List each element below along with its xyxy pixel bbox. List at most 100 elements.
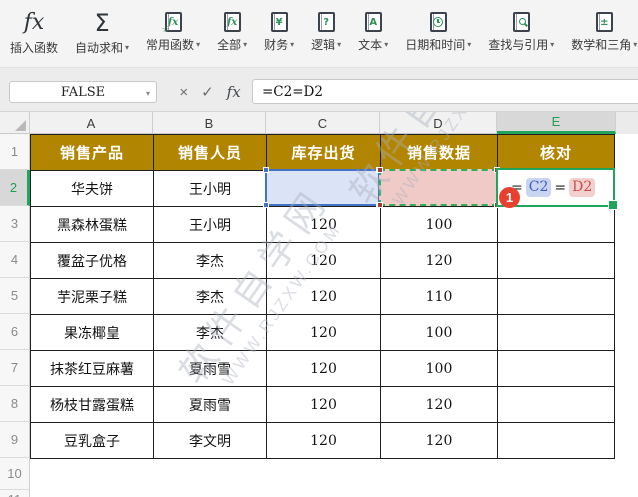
table-row: 黑森林蛋糕 王小明 120 100: [30, 206, 615, 243]
cell-c5[interactable]: 120: [266, 278, 381, 315]
cell-a6[interactable]: 果冻椰皇: [30, 314, 154, 351]
row-header-5[interactable]: 5: [0, 278, 30, 314]
datetime-functions-button[interactable]: 日期和时间 ▾: [405, 0, 471, 53]
logical-functions-button[interactable]: ? 逻辑 ▾: [311, 0, 341, 53]
cell-c9[interactable]: 120: [266, 422, 381, 459]
column-header-a[interactable]: A: [30, 112, 153, 134]
cell-a7[interactable]: 抹茶红豆麻薯: [30, 350, 154, 387]
all-functions-button[interactable]: fx 全部 ▾: [217, 0, 247, 53]
cell-b8[interactable]: 夏雨雪: [153, 386, 267, 423]
financial-functions-button[interactable]: ¥ 财务 ▾: [264, 0, 294, 53]
row-header-11[interactable]: 11: [0, 490, 30, 497]
table-row: 杨枝甘露蛋糕 夏雨雪 120 120: [30, 386, 615, 423]
cell-d3[interactable]: 100: [380, 206, 498, 243]
cell-d9[interactable]: 120: [380, 422, 498, 459]
cell-b4[interactable]: 李杰: [153, 242, 267, 279]
cell-b6[interactable]: 李杰: [153, 314, 267, 351]
row-header-10[interactable]: 10: [0, 458, 30, 490]
cell-d4[interactable]: 120: [380, 242, 498, 279]
cell-a5[interactable]: 芋泥栗子糕: [30, 278, 154, 315]
table-row: 芋泥栗子糕 李杰 120 110: [30, 278, 615, 315]
cell-a2[interactable]: 华夫饼: [30, 170, 154, 207]
book-clock-icon: [429, 12, 447, 32]
header-cell-c1[interactable]: 库存出货: [266, 134, 381, 171]
insert-function-button[interactable]: fx 插入函数: [10, 0, 58, 56]
row-header-6[interactable]: 6: [0, 314, 30, 350]
cell-e4[interactable]: [497, 242, 615, 279]
cell-e7[interactable]: [497, 350, 615, 387]
cell-e3[interactable]: [497, 206, 615, 243]
formula-bar: FALSE ▾ × ✓ fx =C2=D2 2: [0, 68, 638, 169]
cell-e8[interactable]: [497, 386, 615, 423]
fx-icon: fx: [23, 10, 45, 35]
autosum-button[interactable]: Σ 自动求和 ▾: [75, 0, 129, 56]
row-header-2[interactable]: 2: [0, 170, 30, 206]
cell-a9[interactable]: 豆乳盒子: [30, 422, 154, 459]
column-header-d[interactable]: D: [380, 112, 497, 134]
row-header-3[interactable]: 3: [0, 206, 30, 242]
row-header-4[interactable]: 4: [0, 242, 30, 278]
fill-handle[interactable]: [608, 200, 618, 210]
chevron-down-icon: ▾: [125, 42, 130, 52]
chevron-down-icon: ▾: [550, 39, 555, 49]
table-row: 豆乳盒子 李文明 120 120: [30, 422, 615, 459]
header-cell-e1[interactable]: 核对: [497, 134, 615, 171]
chevron-down-icon: ▾: [337, 39, 342, 49]
chevron-down-icon: ▾: [467, 39, 472, 49]
cell-a3[interactable]: 黑森林蛋糕: [30, 206, 154, 243]
cell-c8[interactable]: 120: [266, 386, 381, 423]
cell-b2[interactable]: 王小明: [153, 170, 267, 207]
cell-d6[interactable]: 100: [380, 314, 498, 351]
cell-d7[interactable]: 100: [380, 350, 498, 387]
math-trig-button[interactable]: ± 数学和三角 ▾: [571, 0, 637, 53]
cell-b7[interactable]: 夏雨雪: [153, 350, 267, 387]
cell-a4[interactable]: 覆盆子优格: [30, 242, 154, 279]
cell-e6[interactable]: [497, 314, 615, 351]
worksheet-grid: A B C D E 1 2 3 4 5 6 7 8 9 10 11 销售产品 销…: [0, 112, 638, 497]
cell-b3[interactable]: 王小明: [153, 206, 267, 243]
cancel-entry-button[interactable]: ×: [179, 84, 188, 101]
row-header-strip: 1 2 3 4 5 6 7 8 9 10 11: [0, 134, 30, 497]
lookup-reference-button[interactable]: 查找与引用 ▾: [488, 0, 554, 53]
chevron-down-icon: ▾: [243, 39, 248, 49]
row-header-8[interactable]: 8: [0, 386, 30, 422]
insert-function-fx-button[interactable]: fx: [227, 83, 241, 101]
table-row: 果冻椰皇 李杰 120 100: [30, 314, 615, 351]
cell-c4[interactable]: 120: [266, 242, 381, 279]
cell-c7[interactable]: 120: [266, 350, 381, 387]
formula-input[interactable]: =C2=D2: [252, 79, 638, 104]
book-fx-star-icon: fx ☆: [162, 12, 182, 34]
name-box[interactable]: FALSE ▾: [9, 81, 157, 103]
cell-b5[interactable]: 李杰: [153, 278, 267, 315]
cell-e9[interactable]: [497, 422, 615, 459]
c2-reference-token: C2: [525, 178, 552, 197]
cell-c3[interactable]: 120: [266, 206, 381, 243]
name-box-value: FALSE: [60, 84, 106, 100]
cell-c6[interactable]: 120: [266, 314, 381, 351]
cell-a8[interactable]: 杨枝甘露蛋糕: [30, 386, 154, 423]
cell-e5[interactable]: [497, 278, 615, 315]
header-cell-a1[interactable]: 销售产品: [30, 134, 154, 171]
column-header-e[interactable]: E: [497, 112, 616, 134]
cell-d5[interactable]: 110: [380, 278, 498, 315]
column-header-c[interactable]: C: [266, 112, 380, 134]
row-header-7[interactable]: 7: [0, 350, 30, 386]
cell-d8[interactable]: 120: [380, 386, 498, 423]
column-header-b[interactable]: B: [153, 112, 266, 134]
d2-reference-token: D2: [569, 178, 596, 197]
book-a-icon: A: [364, 12, 382, 32]
c2-range-highlight: [263, 167, 382, 208]
common-functions-button[interactable]: fx ☆ 常用函数 ▾: [146, 0, 200, 53]
row-header-9[interactable]: 9: [0, 422, 30, 458]
table-row: 覆盆子优格 李杰 120 120: [30, 242, 615, 279]
chevron-down-icon: ▾: [196, 39, 201, 49]
row-header-1[interactable]: 1: [0, 134, 30, 170]
text-functions-button[interactable]: A 文本 ▾: [358, 0, 388, 53]
select-all-corner[interactable]: [0, 112, 30, 134]
header-cell-d1[interactable]: 销售数据: [380, 134, 498, 171]
cell-b9[interactable]: 李文明: [153, 422, 267, 459]
book-plusminus-icon: ±: [595, 12, 613, 32]
confirm-entry-button[interactable]: ✓: [201, 83, 214, 101]
chevron-down-icon[interactable]: ▾: [146, 89, 150, 98]
header-cell-b1[interactable]: 销售人员: [153, 134, 267, 171]
